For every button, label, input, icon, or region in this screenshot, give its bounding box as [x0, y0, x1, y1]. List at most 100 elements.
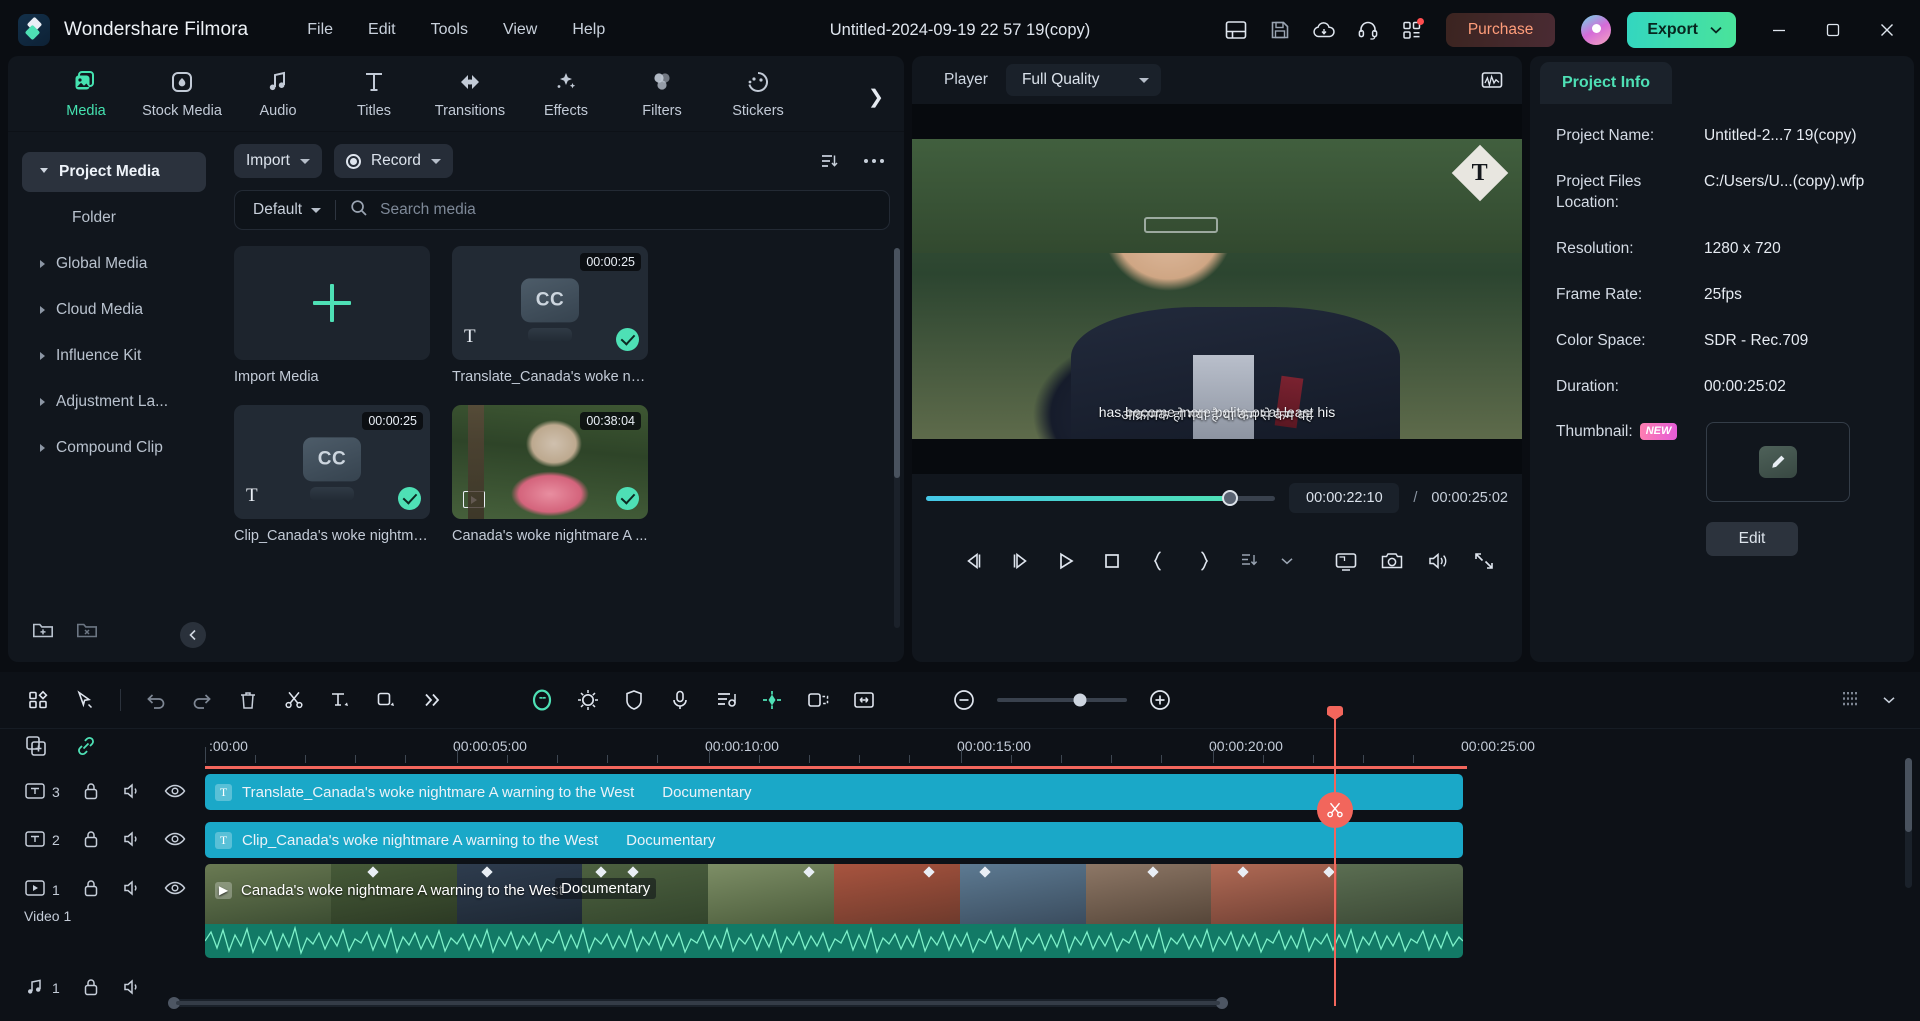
tab-titles[interactable]: Titles [326, 68, 422, 119]
keyframe-icon[interactable] [751, 680, 793, 720]
grid-view-icon[interactable] [18, 680, 60, 720]
timeline-clip-text-3[interactable]: T Translate_Canada's woke nightmare A wa… [205, 774, 1463, 810]
sidebar-item-folder[interactable]: Folder [22, 198, 206, 238]
zoom-out-icon[interactable] [943, 680, 985, 720]
tab-project-info[interactable]: Project Info [1540, 62, 1673, 104]
sidebar-item-influence-kit[interactable]: Influence Kit [22, 336, 206, 376]
lock-icon[interactable] [82, 781, 100, 804]
timeline-ruler[interactable]: :00:00 00:00:05:00 00:00:10:00 00:00:15:… [205, 729, 1920, 769]
menu-help[interactable]: Help [557, 15, 620, 45]
crop-icon[interactable] [365, 680, 407, 720]
zoom-in-icon[interactable] [1139, 680, 1181, 720]
eye-icon[interactable] [164, 782, 186, 803]
close-button[interactable] [1860, 0, 1914, 60]
tab-stock-media[interactable]: Stock Media [134, 68, 230, 119]
edit-thumbnail-button[interactable]: Edit [1706, 522, 1798, 557]
record-button[interactable]: Record [333, 144, 453, 178]
video-stage[interactable]: T has become more polite or at least his… [912, 104, 1522, 474]
media-thumb[interactable]: CC 00:00:25 T [452, 246, 648, 360]
save-icon[interactable] [1260, 10, 1300, 50]
mute-icon[interactable] [122, 977, 142, 1000]
menu-view[interactable]: View [488, 15, 552, 45]
marker-grid-icon[interactable] [1830, 680, 1872, 720]
mute-icon[interactable] [122, 781, 142, 804]
select-tool-icon[interactable] [64, 680, 106, 720]
split-button[interactable] [1317, 792, 1353, 828]
add-text-icon[interactable] [319, 680, 361, 720]
minimize-button[interactable] [1752, 0, 1806, 60]
link-icon[interactable] [74, 734, 98, 763]
tab-effects[interactable]: Effects [518, 68, 614, 119]
media-card-video[interactable]: 00:38:04 Canada's woke nightmare A ... [452, 405, 648, 544]
tab-filters[interactable]: Filters [614, 68, 710, 119]
play-button[interactable] [1046, 541, 1086, 581]
import-media-thumb[interactable] [234, 246, 430, 360]
markers-button[interactable] [1230, 541, 1270, 581]
undo-icon[interactable] [135, 680, 177, 720]
current-time-field[interactable]: 00:00:22:10 [1289, 483, 1400, 513]
media-card-clip[interactable]: CC 00:00:25 T Clip_Canada's woke nightma… [234, 405, 430, 544]
lock-icon[interactable] [82, 977, 100, 1000]
search-input[interactable] [380, 201, 889, 219]
quality-select[interactable]: Full Quality [1005, 64, 1162, 96]
fullscreen-button[interactable] [1464, 541, 1504, 581]
mask-shield-icon[interactable] [613, 680, 655, 720]
purchase-button[interactable]: Purchase [1445, 13, 1556, 47]
ai-smart-icon[interactable] [521, 680, 563, 720]
eye-icon[interactable] [164, 830, 186, 851]
sidebar-item-global-media[interactable]: Global Media [22, 244, 206, 284]
layout-icon[interactable] [1216, 10, 1256, 50]
export-button[interactable]: Export [1627, 12, 1736, 48]
sidebar-item-project-media[interactable]: Project Media [22, 152, 206, 192]
menu-file[interactable]: File [292, 15, 348, 45]
color-settings-icon[interactable] [567, 680, 609, 720]
media-thumb[interactable]: 00:38:04 [452, 405, 648, 519]
media-card-import[interactable]: Import Media [234, 246, 430, 385]
snapshot-button[interactable] [1372, 541, 1412, 581]
markers-dropdown[interactable] [1276, 541, 1298, 581]
headset-icon[interactable] [1348, 10, 1388, 50]
menu-edit[interactable]: Edit [353, 15, 411, 45]
tab-transitions[interactable]: Transitions [422, 68, 518, 119]
sidebar-item-cloud-media[interactable]: Cloud Media [22, 290, 206, 330]
timeline-horizontal-scrollbar[interactable] [168, 997, 1228, 1009]
timeline-clip-video-1[interactable]: ▶ Canada's woke nightmare A warning to t… [205, 864, 1463, 924]
chevron-down-icon[interactable] [1876, 680, 1902, 720]
timeline-audio-waveform[interactable] [205, 924, 1463, 958]
lock-icon[interactable] [82, 829, 100, 852]
mute-icon[interactable] [122, 878, 142, 901]
mute-icon[interactable] [122, 829, 142, 852]
import-button[interactable]: Import [234, 144, 322, 178]
more-chevrons-icon[interactable] [411, 680, 453, 720]
stop-button[interactable] [1092, 541, 1132, 581]
timeline-clip-text-2[interactable]: T Clip_Canada's woke nightmare A warning… [205, 822, 1463, 858]
tab-audio[interactable]: Audio [230, 68, 326, 119]
player-seek-slider[interactable] [926, 490, 1276, 506]
playhead[interactable] [1317, 706, 1353, 1006]
tabs-more-chevron-icon[interactable]: ❯ [862, 80, 890, 114]
previous-frame-button[interactable] [954, 541, 994, 581]
waveform-icon[interactable] [1476, 64, 1508, 96]
tab-media[interactable]: Media [38, 68, 134, 119]
media-card-translate[interactable]: CC 00:00:25 T Translate_Canada's woke ni… [452, 246, 648, 385]
redo-icon[interactable] [181, 680, 223, 720]
tab-stickers[interactable]: Stickers [710, 68, 806, 119]
delete-folder-icon[interactable] [76, 620, 98, 645]
mark-in-button[interactable] [1138, 541, 1178, 581]
apps-grid-icon[interactable] [1392, 10, 1432, 50]
avatar[interactable] [1581, 15, 1612, 45]
fit-icon[interactable] [843, 680, 885, 720]
add-track-icon[interactable] [24, 734, 48, 763]
display-button[interactable] [1326, 541, 1366, 581]
mic-icon[interactable] [659, 680, 701, 720]
next-frame-button[interactable] [1000, 541, 1040, 581]
audio-mix-icon[interactable] [705, 680, 747, 720]
thumbnail-preview[interactable] [1706, 422, 1850, 503]
maximize-button[interactable] [1806, 0, 1860, 60]
new-folder-icon[interactable] [32, 620, 54, 645]
sort-select[interactable]: Default [235, 201, 335, 219]
menu-tools[interactable]: Tools [416, 15, 483, 45]
filter-icon[interactable] [814, 145, 846, 177]
more-horizontal-icon[interactable] [858, 145, 890, 177]
collapse-sidebar-button[interactable] [180, 622, 206, 648]
